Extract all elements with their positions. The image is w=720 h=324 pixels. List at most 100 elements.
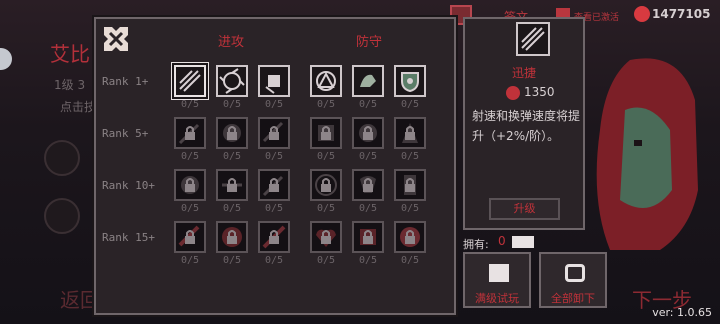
lock-icon [178,123,200,145]
perk-tile[interactable] [258,65,290,97]
perk-count: 0/5 [316,99,336,110]
character-portrait [596,58,698,250]
lock-icon [402,123,418,143]
character-name: 艾比 [50,42,90,66]
character-level: 1级 3 [54,78,86,92]
perk-count: 0/5 [222,99,242,110]
perk-count: 0/5 [264,99,284,110]
perk-count: 0/5 [400,255,420,266]
perk-count: 0/5 [222,151,242,162]
rank-label: Rank 10+ [102,179,155,192]
perk-tile-locked[interactable] [258,169,290,201]
lock-icon [359,124,377,142]
perk-cost: 1350 [524,85,555,99]
perk-count: 0/5 [358,203,378,214]
perk-count: 0/5 [316,151,336,162]
perk-name: 迅捷 [511,66,536,80]
perk-count: 0/5 [264,203,284,214]
lock-icon [222,227,242,247]
upgrade-button[interactable]: 升级 [489,198,560,220]
lock-icon [262,225,286,249]
perk-tile-locked[interactable] [174,221,206,253]
perk-tile[interactable] [352,65,384,97]
unequip-all-label: 全部卸下 [551,292,595,305]
perk-tile-locked[interactable] [258,117,290,149]
lock-icon [315,174,337,196]
perk-tile-locked[interactable] [310,221,342,253]
ticket-icon [512,236,534,248]
lock-icon [404,175,416,195]
perk-count: 0/5 [180,255,200,266]
max-level-trial-button[interactable]: 满级试玩 [463,252,531,308]
ticket-icon [489,264,509,282]
swiftness-icon [179,70,201,92]
rank-label: Rank 15+ [102,231,155,244]
skill-slot [44,140,80,176]
lock-icon [223,124,241,142]
attack-header: 进攻 [218,35,245,50]
close-icon[interactable] [100,23,132,55]
defense-header: 防守 [356,35,383,50]
perk-tile-locked[interactable] [394,117,426,149]
perk-tile-locked[interactable] [310,169,342,201]
coin-icon [634,6,650,22]
unequip-all-button[interactable]: 全部卸下 [539,252,607,308]
shield-triangle-icon [316,71,336,91]
perk-count: 0/5 [358,99,378,110]
lock-icon [222,178,242,192]
perk-count: 0/5 [400,99,420,110]
owned-count: 0 [498,234,506,248]
perk-tile-locked[interactable] [258,221,290,253]
perk-count: 0/5 [316,203,336,214]
perk-tile-locked[interactable] [352,169,384,201]
perk-description: 射速和换弹速度将提升（+2%/阶）。 [472,109,581,143]
perk-tile-locked[interactable] [216,117,248,149]
perk-count: 0/5 [222,255,242,266]
owned-label: 拥有: [463,238,489,251]
character-hint: 点击技 [60,100,97,114]
perk-tile-locked[interactable] [394,169,426,201]
perk-count: 0/5 [400,203,420,214]
perk-tile-locked[interactable] [174,169,206,201]
perk-tile-locked[interactable] [352,117,384,149]
perk-tile-locked[interactable] [216,221,248,253]
lock-icon [400,227,420,247]
perk-tile-locked[interactable] [310,117,342,149]
lock-icon [262,121,284,143]
perk-tile[interactable] [310,65,342,97]
perk-tile-locked[interactable] [394,221,426,253]
unequip-icon [565,264,585,282]
perk-tile[interactable] [394,65,426,97]
lock-icon [262,175,284,197]
perk-count: 0/5 [316,255,336,266]
fist-icon [265,75,280,94]
perk-tile-locked[interactable] [352,221,384,253]
perk-tile-locked[interactable] [174,117,206,149]
perk-count: 0/5 [180,151,200,162]
perk-count: 0/5 [222,203,242,214]
perk-count: 0/5 [400,151,420,162]
perk-count: 0/5 [264,151,284,162]
skill-slot [44,198,80,234]
perk-count: 0/5 [180,99,200,110]
perk-tile-locked[interactable] [216,169,248,201]
spiral-icon [219,68,245,94]
perk-count: 0/5 [358,151,378,162]
rank-label: Rank 5+ [102,127,149,140]
max-level-trial-label: 满级试玩 [475,292,519,305]
lock-icon [360,229,376,245]
swiftness-icon [516,22,550,56]
lock-icon [318,125,334,141]
lock-icon [360,176,376,193]
perk-tile[interactable] [216,65,248,97]
arm-icon [360,74,376,87]
perk-count: 0/5 [180,203,200,214]
shield-icon [401,72,419,93]
lock-icon [316,229,336,247]
currency-icon [506,86,520,100]
perk-count: 0/5 [358,255,378,266]
coin-count: 1477105 [652,7,711,21]
perk-panel: 进攻 防守 Rank 1+ Rank 5+ Rank 10+ Rank 15+ … [94,17,456,315]
perk-count: 0/5 [264,255,284,266]
perk-swiftness-tile[interactable] [174,65,206,97]
